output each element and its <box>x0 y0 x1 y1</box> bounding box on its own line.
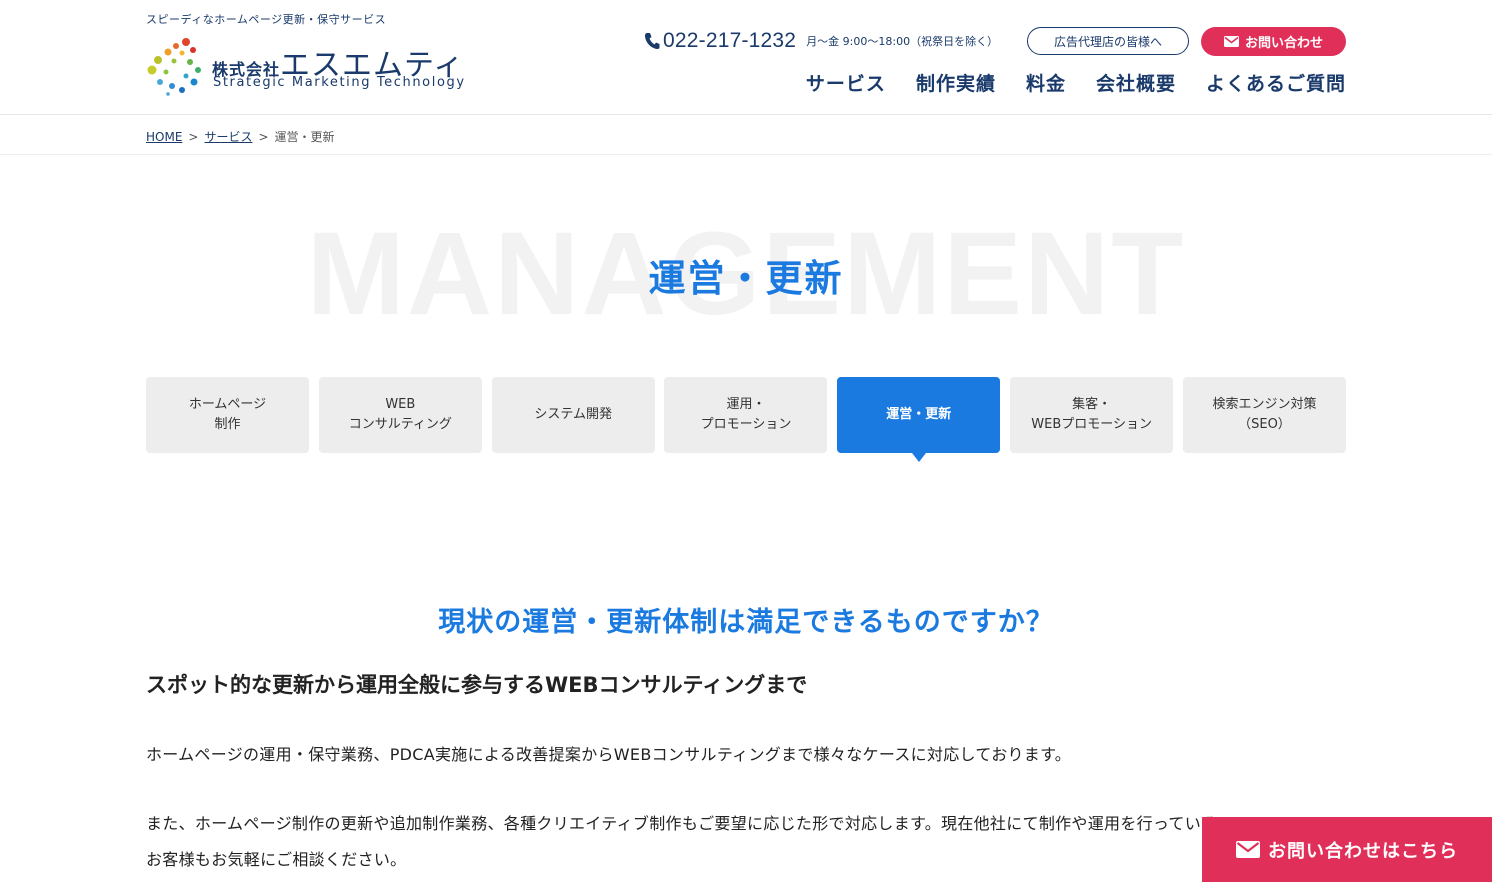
tab-seo[interactable]: 検索エンジン対策 （SEO） <box>1182 377 1346 453</box>
contact-button-label: お問い合わせ <box>1244 36 1323 51</box>
global-nav: サービス 制作実績 料金 会社概要 よくあるご質問 <box>806 69 1346 96</box>
service-tabs: ホームページ 制作 WEB コンサルティング システム開発 運用・ プロモーショ… <box>146 377 1346 462</box>
section-title: 現状の運営・更新体制は満足できるものですか？ <box>438 607 1054 638</box>
body-paragraph-2: また、ホームページ制作の更新や追加制作業務、各種クリエイティブ制作もご要望に応じ… <box>146 814 1218 869</box>
phone-icon <box>645 33 660 49</box>
nav-item-price[interactable]: 料金 <box>1026 69 1066 96</box>
nav-item-service[interactable]: サービス <box>806 69 886 96</box>
breadcrumb-separator: > <box>258 129 269 144</box>
tab-homepage-production[interactable]: ホームページ 制作 <box>146 377 309 453</box>
nav-item-company[interactable]: 会社概要 <box>1096 69 1176 96</box>
site-header: スピーディなホームページ更新・保守サービス 株式会社エスエムティ Strateg… <box>0 0 1492 115</box>
nav-item-faq[interactable]: よくあるご質問 <box>1206 69 1346 96</box>
breadcrumb-home-link[interactable]: HOME <box>146 130 182 144</box>
tab-operation-promotion[interactable]: 運用・ プロモーション <box>664 377 828 453</box>
mail-icon <box>1236 841 1260 858</box>
tab-system-development[interactable]: システム開発 <box>491 377 655 453</box>
mail-icon <box>1223 36 1239 47</box>
header-phone[interactable]: 022-217-1232 月〜金 9:00〜18:00（祝祭日を除く） <box>644 29 998 53</box>
body-paragraph-1: ホームページの運用・保守業務、PDCA実施による改善提案からWEBコンサルティン… <box>146 745 1072 764</box>
contact-button[interactable]: お問い合わせ <box>1201 27 1346 56</box>
site-logo[interactable]: 株式会社エスエムティ Strategic Marketing Technolog… <box>146 36 476 98</box>
logo-mark-icon <box>147 38 201 96</box>
page-title: 運営・更新 <box>648 257 844 300</box>
tab-web-consulting[interactable]: WEB コンサルティング <box>318 377 482 453</box>
breadcrumb-service-link[interactable]: サービス <box>204 128 252 145</box>
agency-button[interactable]: 広告代理店の皆様へ <box>1027 27 1189 55</box>
breadcrumb-current: 運営・更新 <box>274 130 335 144</box>
breadcrumb-separator: > <box>188 129 199 144</box>
tab-management-update[interactable]: 運営・更新 <box>837 377 1001 462</box>
section-subhead: スポット的な更新から運用全般に参与するWEBコンサルティングまで <box>146 673 808 697</box>
floating-contact-label: お問い合わせはこちら <box>1268 840 1458 862</box>
site-tagline: スピーディなホームページ更新・保守サービス <box>146 13 387 26</box>
nav-item-works[interactable]: 制作実績 <box>916 69 996 96</box>
logo-english: Strategic Marketing Technology <box>213 75 466 90</box>
floating-contact-button[interactable]: お問い合わせはこちら <box>1202 817 1492 882</box>
phone-hours: 月〜金 9:00〜18:00（祝祭日を除く） <box>806 35 999 48</box>
breadcrumb-divider <box>0 154 1492 155</box>
breadcrumb: HOME > サービス > 運営・更新 <box>146 128 335 145</box>
tab-web-promotion[interactable]: 集客・ WEBプロモーション <box>1010 377 1174 453</box>
phone-number: 022-217-1232 <box>663 29 797 52</box>
